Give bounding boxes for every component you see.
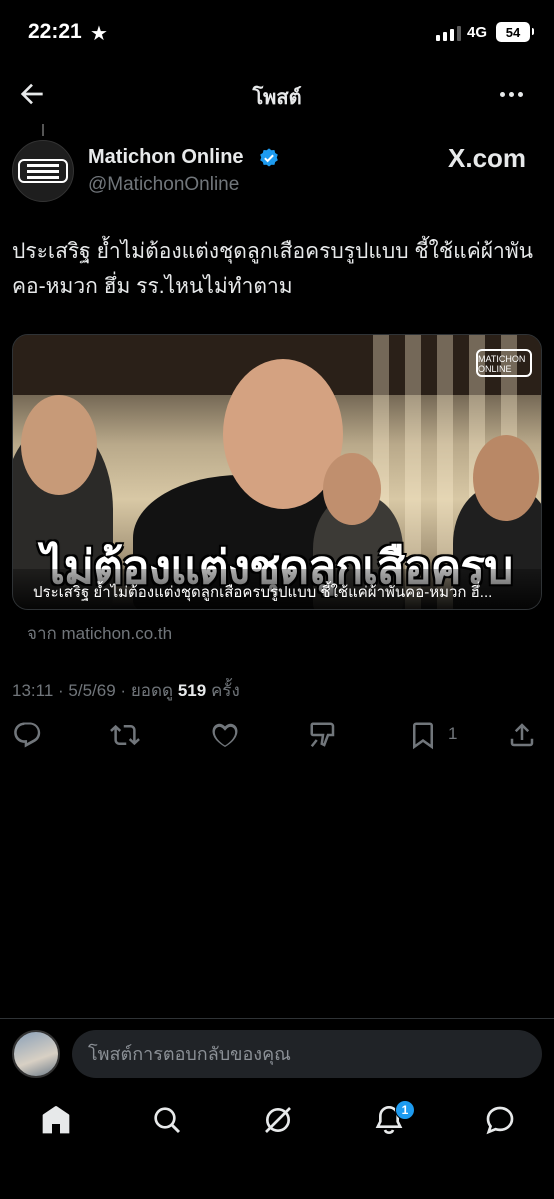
top-nav: โพสต์ xyxy=(0,66,554,122)
status-time: 22:21 xyxy=(28,20,82,43)
source-badge: X.com xyxy=(448,143,527,173)
dislike-icon[interactable] xyxy=(308,720,338,750)
network-type: 4G xyxy=(467,24,488,41)
repost-icon[interactable] xyxy=(110,720,140,750)
link-card[interactable]: MATICHON ONLINE ไม่ต้องแต่งชุดลูกเสือครบ… xyxy=(12,334,542,610)
search-icon[interactable] xyxy=(151,1104,183,1136)
view-count[interactable]: 519 xyxy=(178,681,206,700)
signal-icon xyxy=(436,26,461,41)
divider xyxy=(0,1018,554,1019)
grok-icon[interactable] xyxy=(262,1104,294,1136)
home-icon[interactable] xyxy=(40,1104,72,1136)
meta-separator: · xyxy=(120,681,127,700)
like-icon[interactable] xyxy=(210,720,240,750)
messages-icon[interactable] xyxy=(484,1104,516,1136)
matichon-logo: MATICHON ONLINE xyxy=(476,349,532,377)
battery-icon: 54 xyxy=(496,22,534,42)
bottom-tab-bar xyxy=(0,1090,554,1150)
notification-badge: 1 xyxy=(395,1100,415,1120)
author-name[interactable]: Matichon Online xyxy=(88,146,244,169)
card-caption: ประเสริฐ ย้ำไม่ต้องแต่งชุดลูกเสือครบรูปแ… xyxy=(13,569,541,609)
user-avatar[interactable] xyxy=(12,1030,60,1078)
more-horizontal-icon[interactable] xyxy=(494,78,528,110)
bookmark-count: 1 xyxy=(448,724,458,743)
meta-separator: · xyxy=(58,681,64,700)
card-source[interactable]: จาก matichon.co.th xyxy=(27,620,172,647)
views-unit: ครั้ง xyxy=(210,681,240,700)
bookmark-icon[interactable] xyxy=(408,720,438,750)
verified-badge-icon xyxy=(260,148,278,167)
post-meta: 13:11 · 5/5/69 · ยอดดู 519 ครั้ง xyxy=(12,677,240,704)
home-indicator xyxy=(207,1183,347,1188)
star-icon: ★ xyxy=(90,23,108,45)
card-logo-text: MATICHON ONLINE xyxy=(478,354,526,374)
post-date: 5/5/69 xyxy=(68,681,116,700)
status-bar: 22:21 ★ 4G 54 xyxy=(0,0,554,66)
matichon-logo xyxy=(18,159,68,183)
author-avatar[interactable] xyxy=(12,140,74,202)
thread-line xyxy=(42,124,44,136)
page-title: โพสต์ xyxy=(252,87,302,109)
reply-icon[interactable] xyxy=(12,720,42,750)
reply-input[interactable] xyxy=(72,1030,542,1078)
post-time: 13:11 xyxy=(12,681,54,700)
action-bar: 1 xyxy=(0,716,554,756)
views-label: ยอดดู xyxy=(130,681,174,700)
battery-level: 54 xyxy=(505,24,521,40)
author-handle[interactable]: @MatichonOnline xyxy=(88,174,239,196)
share-icon[interactable] xyxy=(507,720,537,750)
post-text: ประเสริฐ ย้ำไม่ต้องแต่งชุดลูกเสือครบรูปแ… xyxy=(12,240,534,298)
